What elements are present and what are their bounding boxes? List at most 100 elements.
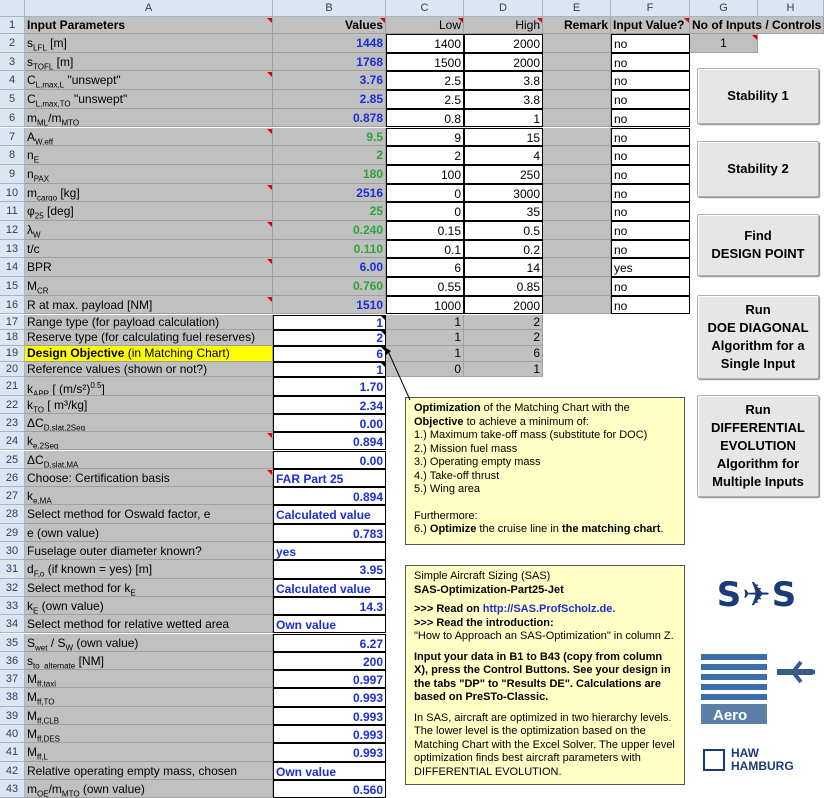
input-value[interactable]: 0.993 — [273, 725, 386, 744]
param-high[interactable]: 0.85 — [464, 277, 543, 296]
input-label[interactable]: mOE/mMTO (own value) — [25, 779, 273, 798]
header-input-value[interactable]: Input Value? — [611, 17, 690, 34]
run-doe-diagonal-button[interactable]: Run DOE DIAGONAL Algorithm for a Single … — [697, 295, 819, 379]
input-value[interactable]: Calculated value — [273, 578, 386, 597]
row-header[interactable]: 12 — [0, 221, 25, 240]
param-value[interactable]: 0.110 — [273, 239, 386, 259]
param-low[interactable]: 0.1 — [386, 239, 464, 259]
param-low[interactable]: 100 — [386, 164, 464, 184]
row-header[interactable]: 23 — [0, 413, 25, 433]
param-input-flag[interactable]: no — [611, 108, 690, 128]
param-label[interactable]: nE — [25, 146, 273, 165]
sheet-corner[interactable] — [0, 0, 25, 17]
setting-label[interactable]: Design Objective (in Matching Chart) — [25, 345, 273, 362]
param-label[interactable]: mML/mMTO — [25, 108, 273, 128]
param-input-flag[interactable]: no — [611, 52, 690, 72]
input-value[interactable]: 0.560 — [273, 779, 386, 798]
param-label[interactable]: φ25 [deg] — [25, 202, 273, 221]
param-value[interactable]: 6.00 — [273, 258, 386, 278]
input-label[interactable]: Select method for kE — [25, 578, 273, 597]
param-remark[interactable] — [543, 127, 611, 147]
input-label[interactable]: ke,2Seg — [25, 432, 273, 451]
param-remark[interactable] — [543, 108, 611, 128]
param-high[interactable]: 3.8 — [464, 90, 543, 109]
comment-indicator[interactable] — [380, 18, 385, 23]
row-header[interactable]: 4 — [0, 71, 25, 91]
comment-indicator[interactable] — [267, 184, 272, 190]
find-design-point-button[interactable]: Find DESIGN POINT — [697, 214, 819, 276]
comment-indicator[interactable] — [752, 35, 757, 40]
row-header[interactable]: 38 — [0, 688, 25, 707]
input-label[interactable]: dF,o (if known = yes) [m] — [25, 560, 273, 579]
input-label[interactable]: kAPP [ (m/s²)0.5] — [25, 377, 273, 396]
comment-indicator[interactable] — [267, 222, 272, 227]
param-label[interactable]: MCR — [25, 277, 273, 296]
setting-label[interactable]: Range type (for payload calculation) — [25, 314, 273, 331]
param-high[interactable]: 2000 — [464, 34, 543, 53]
param-low[interactable]: 9 — [386, 127, 464, 147]
param-high[interactable]: 35 — [464, 202, 543, 221]
input-label[interactable]: Swet / SW (own value) — [25, 633, 273, 652]
input-label[interactable]: Mff,DES — [25, 725, 273, 744]
param-remark[interactable] — [543, 221, 611, 240]
param-high[interactable]: 15 — [464, 127, 543, 147]
param-value[interactable]: 2 — [273, 146, 386, 165]
param-value[interactable]: 1510 — [273, 295, 386, 315]
input-value[interactable]: 0.00 — [273, 450, 386, 469]
setting-low[interactable]: 1 — [386, 330, 464, 346]
param-input-flag[interactable]: no — [611, 202, 690, 221]
row-header[interactable]: 1 — [0, 17, 25, 34]
param-high[interactable]: 4 — [464, 146, 543, 165]
setting-high[interactable]: 2 — [464, 330, 543, 346]
comment-indicator[interactable] — [458, 18, 463, 23]
comment-indicator[interactable] — [267, 18, 272, 23]
row-header[interactable]: 35 — [0, 633, 25, 652]
setting-low[interactable]: 1 — [386, 314, 464, 331]
row-header[interactable]: 39 — [0, 706, 25, 725]
param-high[interactable]: 1 — [464, 108, 543, 128]
param-input-flag[interactable]: no — [611, 127, 690, 147]
column-header[interactable]: F — [611, 0, 690, 17]
row-header[interactable]: 40 — [0, 725, 25, 744]
row-header[interactable]: 31 — [0, 560, 25, 579]
param-remark[interactable] — [543, 277, 611, 296]
param-low[interactable]: 2.5 — [386, 71, 464, 91]
column-header[interactable]: A — [25, 0, 273, 17]
row-header[interactable]: 42 — [0, 761, 25, 780]
param-value[interactable]: 0.760 — [273, 277, 386, 296]
input-value[interactable]: 0.00 — [273, 413, 386, 433]
input-value[interactable]: 2.34 — [273, 395, 386, 414]
param-value[interactable]: 2516 — [273, 183, 386, 203]
column-header[interactable]: C — [386, 0, 464, 17]
row-header[interactable]: 19 — [0, 345, 25, 362]
param-remark[interactable] — [543, 164, 611, 184]
param-input-flag[interactable]: no — [611, 221, 690, 240]
row-header[interactable]: 26 — [0, 468, 25, 488]
setting-high[interactable]: 6 — [464, 345, 543, 362]
column-header[interactable]: E — [543, 0, 611, 17]
param-label[interactable]: nPAX — [25, 164, 273, 184]
param-low[interactable]: 0.8 — [386, 108, 464, 128]
column-header[interactable]: B — [273, 0, 386, 17]
param-value[interactable]: 3.76 — [273, 71, 386, 91]
param-value[interactable]: 0.878 — [273, 108, 386, 128]
input-label[interactable]: e (own value) — [25, 523, 273, 542]
param-low[interactable]: 0 — [386, 202, 464, 221]
param-low[interactable]: 2.5 — [386, 90, 464, 109]
row-header[interactable]: 6 — [0, 108, 25, 128]
comment-indicator[interactable] — [267, 259, 272, 265]
input-value[interactable]: 0.993 — [273, 743, 386, 762]
row-header[interactable]: 34 — [0, 615, 25, 634]
input-label[interactable]: Fuselage outer diameter known? — [25, 542, 273, 561]
param-remark[interactable] — [543, 258, 611, 278]
input-value[interactable]: 3.95 — [273, 560, 386, 579]
param-label[interactable]: AW,eff — [25, 127, 273, 147]
input-value[interactable]: FAR Part 25 — [273, 468, 386, 488]
input-value[interactable]: 0.894 — [273, 487, 386, 506]
comment-indicator[interactable] — [267, 469, 272, 475]
input-label[interactable]: kE (own value) — [25, 596, 273, 616]
param-remark[interactable] — [543, 202, 611, 221]
sas-link[interactable]: http://SAS.ProfScholz.de. — [483, 603, 616, 615]
param-input-flag[interactable]: no — [611, 277, 690, 296]
row-header[interactable]: 3 — [0, 52, 25, 72]
